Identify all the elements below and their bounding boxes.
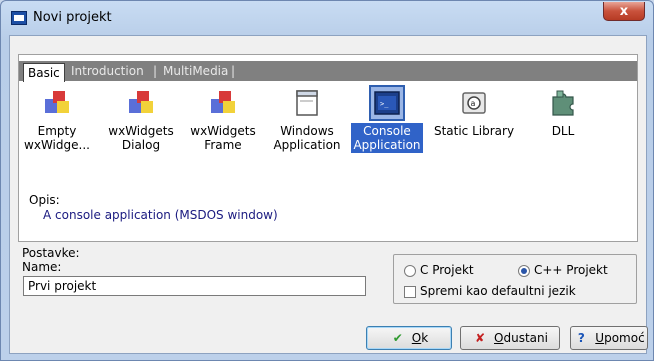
svg-text:a: a xyxy=(471,99,476,108)
template-label: Static Library xyxy=(433,124,515,138)
template-wxwidgets-dialog[interactable]: wxWidgets Dialog xyxy=(103,87,179,153)
dialog-client-area: Basic Introduction | MultiMedia | Empty w… xyxy=(9,35,648,354)
template-dll[interactable]: DLL xyxy=(525,87,601,139)
tab-introduction[interactable]: Introduction xyxy=(67,63,148,79)
description-label: Opis: xyxy=(29,193,60,207)
dll-puzzle-icon xyxy=(547,87,579,119)
template-label: Console Application xyxy=(351,123,423,153)
c-project-radio[interactable] xyxy=(404,265,416,277)
wx-blocks-icon xyxy=(41,87,73,119)
template-label: DLL xyxy=(551,124,575,138)
dialog-window: Novi projekt x Basic Introduction | Mult… xyxy=(0,0,654,361)
c-project-label[interactable]: C Projekt xyxy=(420,263,474,277)
template-console-application[interactable]: >_ Console Application xyxy=(349,85,425,153)
project-template-list: Empty wxWidge... wxWidgets Dialog wxWidget… xyxy=(19,85,637,187)
cpp-project-radio[interactable] xyxy=(518,265,530,277)
tab-basic[interactable]: Basic xyxy=(23,63,65,82)
checkmark-icon: ✔ xyxy=(392,331,403,345)
tab-multimedia[interactable]: MultiMedia xyxy=(159,63,232,79)
name-label: Name: xyxy=(22,260,62,274)
default-language-label[interactable]: Spremi kao defaultni jezik xyxy=(420,284,576,298)
console-icon: >_ xyxy=(369,85,405,121)
window-icon xyxy=(291,87,323,119)
template-static-library[interactable]: a Static Library xyxy=(431,87,517,139)
ok-button[interactable]: ✔ Ok xyxy=(366,326,452,350)
project-type-panel: Basic Introduction | MultiMedia | Empty w… xyxy=(18,54,638,242)
category-tabs: Basic Introduction | MultiMedia | xyxy=(19,61,637,82)
tab-separator: | xyxy=(153,64,158,78)
template-empty-wxwidgets[interactable]: Empty wxWidge... xyxy=(19,87,95,153)
project-name-input[interactable] xyxy=(23,276,366,296)
cancel-button[interactable]: ✘ Odustani xyxy=(460,326,560,350)
close-icon: ✘ xyxy=(475,331,486,345)
language-options-box: C Projekt C++ Projekt Spremi kao default… xyxy=(393,254,637,304)
app-icon xyxy=(11,11,27,25)
window-title: Novi projekt xyxy=(33,10,112,25)
settings-group-label: Postavke: xyxy=(22,246,80,260)
static-library-icon: a xyxy=(458,87,490,119)
template-label: Windows Application xyxy=(273,124,341,152)
default-language-checkbox[interactable] xyxy=(404,286,416,298)
cpp-project-label[interactable]: C++ Projekt xyxy=(534,263,608,277)
help-button[interactable]: ? Upomoć xyxy=(570,326,648,350)
description-text: A console application (MSDOS window) xyxy=(43,208,278,222)
wx-blocks-icon xyxy=(125,87,157,119)
tab-separator: | xyxy=(231,64,236,78)
template-wxwidgets-frame[interactable]: wxWidgets Frame xyxy=(185,87,261,153)
dialog-buttons: ✔ Ok ✘ Odustani ? Upomoć xyxy=(10,326,648,350)
title-bar[interactable]: Novi projekt x xyxy=(1,1,653,35)
template-windows-application[interactable]: Windows Application xyxy=(269,87,345,153)
help-icon: ? xyxy=(577,331,585,345)
wx-blocks-icon xyxy=(207,87,239,119)
template-label: wxWidgets Dialog xyxy=(108,124,174,152)
close-button[interactable]: x xyxy=(603,2,645,21)
template-label: wxWidgets Frame xyxy=(190,124,256,152)
template-label: Empty wxWidge... xyxy=(24,124,90,152)
svg-text:>_: >_ xyxy=(380,100,389,108)
